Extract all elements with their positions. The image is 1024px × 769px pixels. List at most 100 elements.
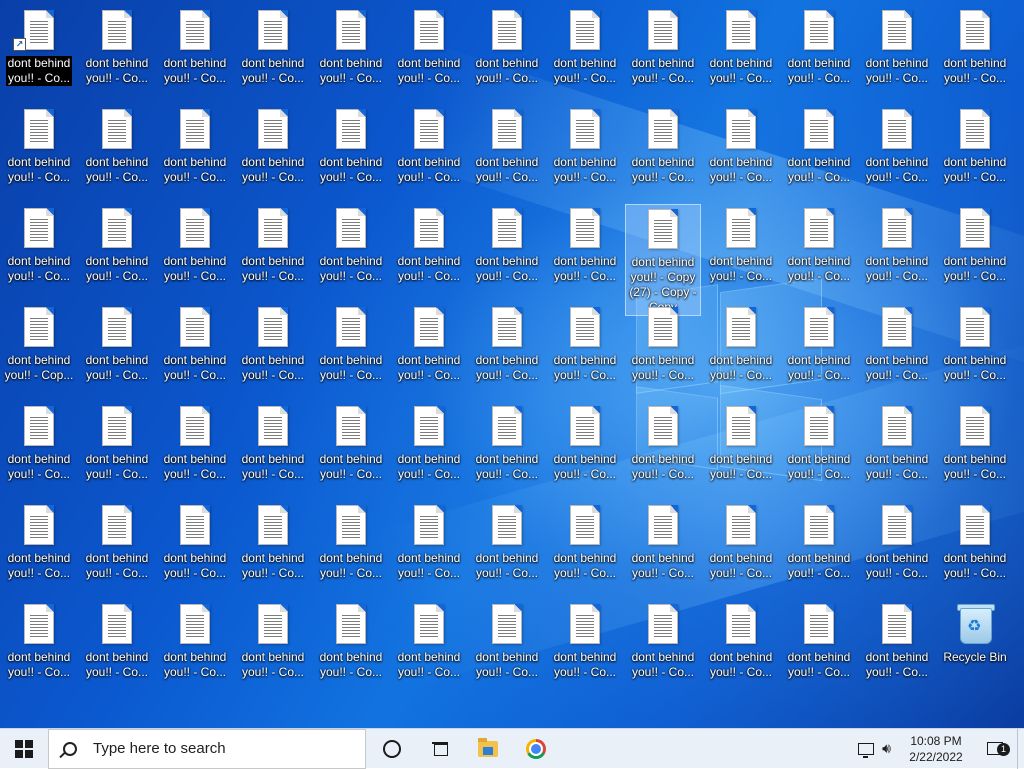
desktop-file-icon[interactable]: dont behind you!! - Co... <box>625 600 701 692</box>
desktop-file-icon[interactable]: dont behind you!! - Co... <box>703 600 779 692</box>
desktop-file-icon[interactable]: dont behind you!! - Co... <box>469 600 545 692</box>
desktop-file-icon[interactable]: dont behind you!! - Co... <box>547 204 623 296</box>
desktop-file-icon[interactable]: dont behind you!! - Co... <box>625 303 701 395</box>
desktop-file-icon[interactable]: dont behind you!! - Co... <box>625 105 701 197</box>
desktop-file-icon[interactable]: dont behind you!! - Co... <box>79 105 155 197</box>
desktop-file-icon[interactable]: dont behind you!! - Co... <box>313 204 389 296</box>
desktop-file-icon[interactable]: dont behind you!! - Co... <box>391 105 467 197</box>
desktop-file-icon[interactable]: dont behind you!! - Co... <box>781 501 857 593</box>
desktop-file-icon[interactable]: dont behind you!! - Co... <box>547 600 623 692</box>
desktop-file-icon[interactable]: dont behind you!! - Co... <box>703 303 779 395</box>
desktop-file-icon[interactable]: dont behind you!! - Co... <box>79 501 155 593</box>
cortana-button[interactable] <box>368 729 416 769</box>
desktop[interactable]: ↗ dont behind you!! - Co... dont behind you!… <box>0 0 1024 728</box>
desktop-file-icon[interactable]: dont behind you!! - Co... <box>79 204 155 296</box>
network-icon[interactable] <box>858 742 875 758</box>
desktop-file-icon[interactable]: dont behind you!! - Co... <box>469 402 545 494</box>
desktop-file-icon[interactable]: dont behind you!! - Co... <box>157 501 233 593</box>
desktop-file-icon[interactable]: dont behind you!! - Co... <box>469 204 545 296</box>
desktop-file-icon[interactable]: dont behind you!! - Co... <box>391 600 467 692</box>
desktop-file-icon[interactable]: dont behind you!! - Co... <box>781 600 857 692</box>
desktop-file-icon[interactable]: dont behind you!! - Co... <box>235 204 311 296</box>
desktop-file-icon[interactable]: dont behind you!! - Co... <box>469 501 545 593</box>
desktop-file-icon[interactable]: dont behind you!! - Co... <box>703 402 779 494</box>
desktop-file-icon[interactable]: dont behind you!! - Co... <box>937 303 1013 395</box>
desktop-file-icon[interactable]: dont behind you!! - Co... <box>235 105 311 197</box>
desktop-file-icon[interactable]: dont behind you!! - Co... <box>313 501 389 593</box>
desktop-file-icon[interactable]: dont behind you!! - Co... <box>625 501 701 593</box>
desktop-file-icon[interactable]: dont behind you!! - Co... <box>313 105 389 197</box>
desktop-file-icon[interactable]: dont behind you!! - Co... <box>547 501 623 593</box>
desktop-file-icon[interactable]: dont behind you!! - Co... <box>703 204 779 296</box>
desktop-file-icon[interactable]: dont behind you!! - Co... <box>469 303 545 395</box>
desktop-file-icon[interactable]: dont behind you!! - Co... <box>235 6 311 98</box>
notifications-button[interactable]: 1 <box>973 729 1017 769</box>
show-desktop-button[interactable] <box>1017 728 1024 769</box>
desktop-file-icon[interactable]: dont behind you!! - Co... <box>781 6 857 98</box>
desktop-file-icon[interactable]: dont behind you!! - Co... <box>937 501 1013 593</box>
desktop-file-icon[interactable]: dont behind you!! - Co... <box>1 204 77 296</box>
desktop-file-icon[interactable]: dont behind you!! - Co... <box>157 303 233 395</box>
desktop-file-icon[interactable]: dont behind you!! - Co... <box>937 402 1013 494</box>
desktop-file-icon[interactable]: dont behind you!! - Cop... <box>1 303 77 395</box>
desktop-file-icon[interactable]: dont behind you!! - Co... <box>391 501 467 593</box>
desktop-file-icon[interactable]: dont behind you!! - Co... <box>547 303 623 395</box>
desktop-file-icon[interactable]: dont behind you!! - Co... <box>469 105 545 197</box>
file-explorer-button[interactable] <box>464 729 512 769</box>
desktop-file-icon[interactable]: dont behind you!! - Co... <box>781 402 857 494</box>
desktop-file-icon[interactable]: dont behind you!! - Co... <box>547 6 623 98</box>
desktop-file-icon[interactable]: dont behind you!! - Co... <box>859 303 935 395</box>
start-button[interactable] <box>0 729 48 769</box>
desktop-file-icon[interactable]: dont behind you!! - Co... <box>859 501 935 593</box>
desktop-file-icon[interactable]: dont behind you!! - Co... <box>157 402 233 494</box>
desktop-file-icon[interactable]: dont behind you!! - Co... <box>859 6 935 98</box>
desktop-file-icon[interactable]: dont behind you!! - Co... <box>157 6 233 98</box>
desktop-file-icon[interactable]: dont behind you!! - Co... <box>313 303 389 395</box>
desktop-file-icon[interactable]: dont behind you!! - Co... <box>1 402 77 494</box>
desktop-file-icon[interactable]: dont behindyou!! - Copy(27) - Copy -Copy <box>625 204 701 316</box>
desktop-file-icon[interactable]: dont behind you!! - Co... <box>547 402 623 494</box>
desktop-file-icon[interactable]: dont behind you!! - Co... <box>391 402 467 494</box>
desktop-file-icon[interactable]: dont behind you!! - Co... <box>859 204 935 296</box>
desktop-file-icon[interactable]: dont behind you!! - Co... <box>1 600 77 692</box>
clock[interactable]: 10:08 PM 2/22/2022 <box>899 733 973 765</box>
volume-icon[interactable]: 🔊︎ <box>882 740 891 757</box>
desktop-file-icon[interactable]: dont behind you!! - Co... <box>235 600 311 692</box>
desktop-file-icon[interactable]: dont behind you!! - Co... <box>235 402 311 494</box>
desktop-file-icon[interactable]: dont behind you!! - Co... <box>625 402 701 494</box>
desktop-file-icon[interactable]: dont behind you!! - Co... <box>157 105 233 197</box>
desktop-file-icon[interactable]: dont behind you!! - Co... <box>1 105 77 197</box>
desktop-file-icon[interactable]: dont behind you!! - Co... <box>937 204 1013 296</box>
desktop-file-icon[interactable]: dont behind you!! - Co... <box>79 6 155 98</box>
desktop-file-icon[interactable]: dont behind you!! - Co... <box>547 105 623 197</box>
desktop-file-icon[interactable]: dont behind you!! - Co... <box>391 204 467 296</box>
desktop-file-icon[interactable]: dont behind you!! - Co... <box>781 303 857 395</box>
desktop-file-icon[interactable]: dont behind you!! - Co... <box>157 600 233 692</box>
desktop-file-icon[interactable]: dont behind you!! - Co... <box>235 501 311 593</box>
desktop-file-icon[interactable]: dont behind you!! - Co... <box>391 6 467 98</box>
desktop-file-icon[interactable]: dont behind you!! - Co... <box>313 6 389 98</box>
chrome-button[interactable] <box>512 729 560 769</box>
desktop-file-icon[interactable]: ↗ dont behind you!! - Co... <box>1 6 77 98</box>
desktop-file-icon[interactable]: dont behind you!! - Co... <box>235 303 311 395</box>
desktop-file-icon[interactable]: dont behind you!! - Co... <box>79 402 155 494</box>
desktop-file-icon[interactable]: dont behind you!! - Co... <box>625 6 701 98</box>
desktop-file-icon[interactable]: dont behind you!! - Co... <box>313 600 389 692</box>
desktop-file-icon[interactable]: dont behind you!! - Co... <box>1 501 77 593</box>
desktop-file-icon[interactable]: dont behind you!! - Co... <box>157 204 233 296</box>
search-box[interactable]: Type here to search <box>48 728 366 769</box>
task-view-button[interactable] <box>416 729 464 769</box>
desktop-file-icon[interactable]: dont behind you!! - Co... <box>391 303 467 395</box>
desktop-file-icon[interactable]: dont behind you!! - Co... <box>313 402 389 494</box>
desktop-file-icon[interactable]: dont behind you!! - Co... <box>937 105 1013 197</box>
recycle-bin-icon-item[interactable]: ♻ Recycle Bin <box>937 600 1013 692</box>
desktop-file-icon[interactable]: dont behind you!! - Co... <box>859 105 935 197</box>
desktop-file-icon[interactable]: dont behind you!! - Co... <box>937 6 1013 98</box>
desktop-file-icon[interactable]: dont behind you!! - Co... <box>79 600 155 692</box>
desktop-file-icon[interactable]: dont behind you!! - Co... <box>79 303 155 395</box>
desktop-file-icon[interactable]: dont behind you!! - Co... <box>781 105 857 197</box>
desktop-file-icon[interactable]: dont behind you!! - Co... <box>469 6 545 98</box>
desktop-file-icon[interactable]: dont behind you!! - Co... <box>703 6 779 98</box>
desktop-file-icon[interactable]: dont behind you!! - Co... <box>859 402 935 494</box>
desktop-file-icon[interactable]: dont behind you!! - Co... <box>703 105 779 197</box>
